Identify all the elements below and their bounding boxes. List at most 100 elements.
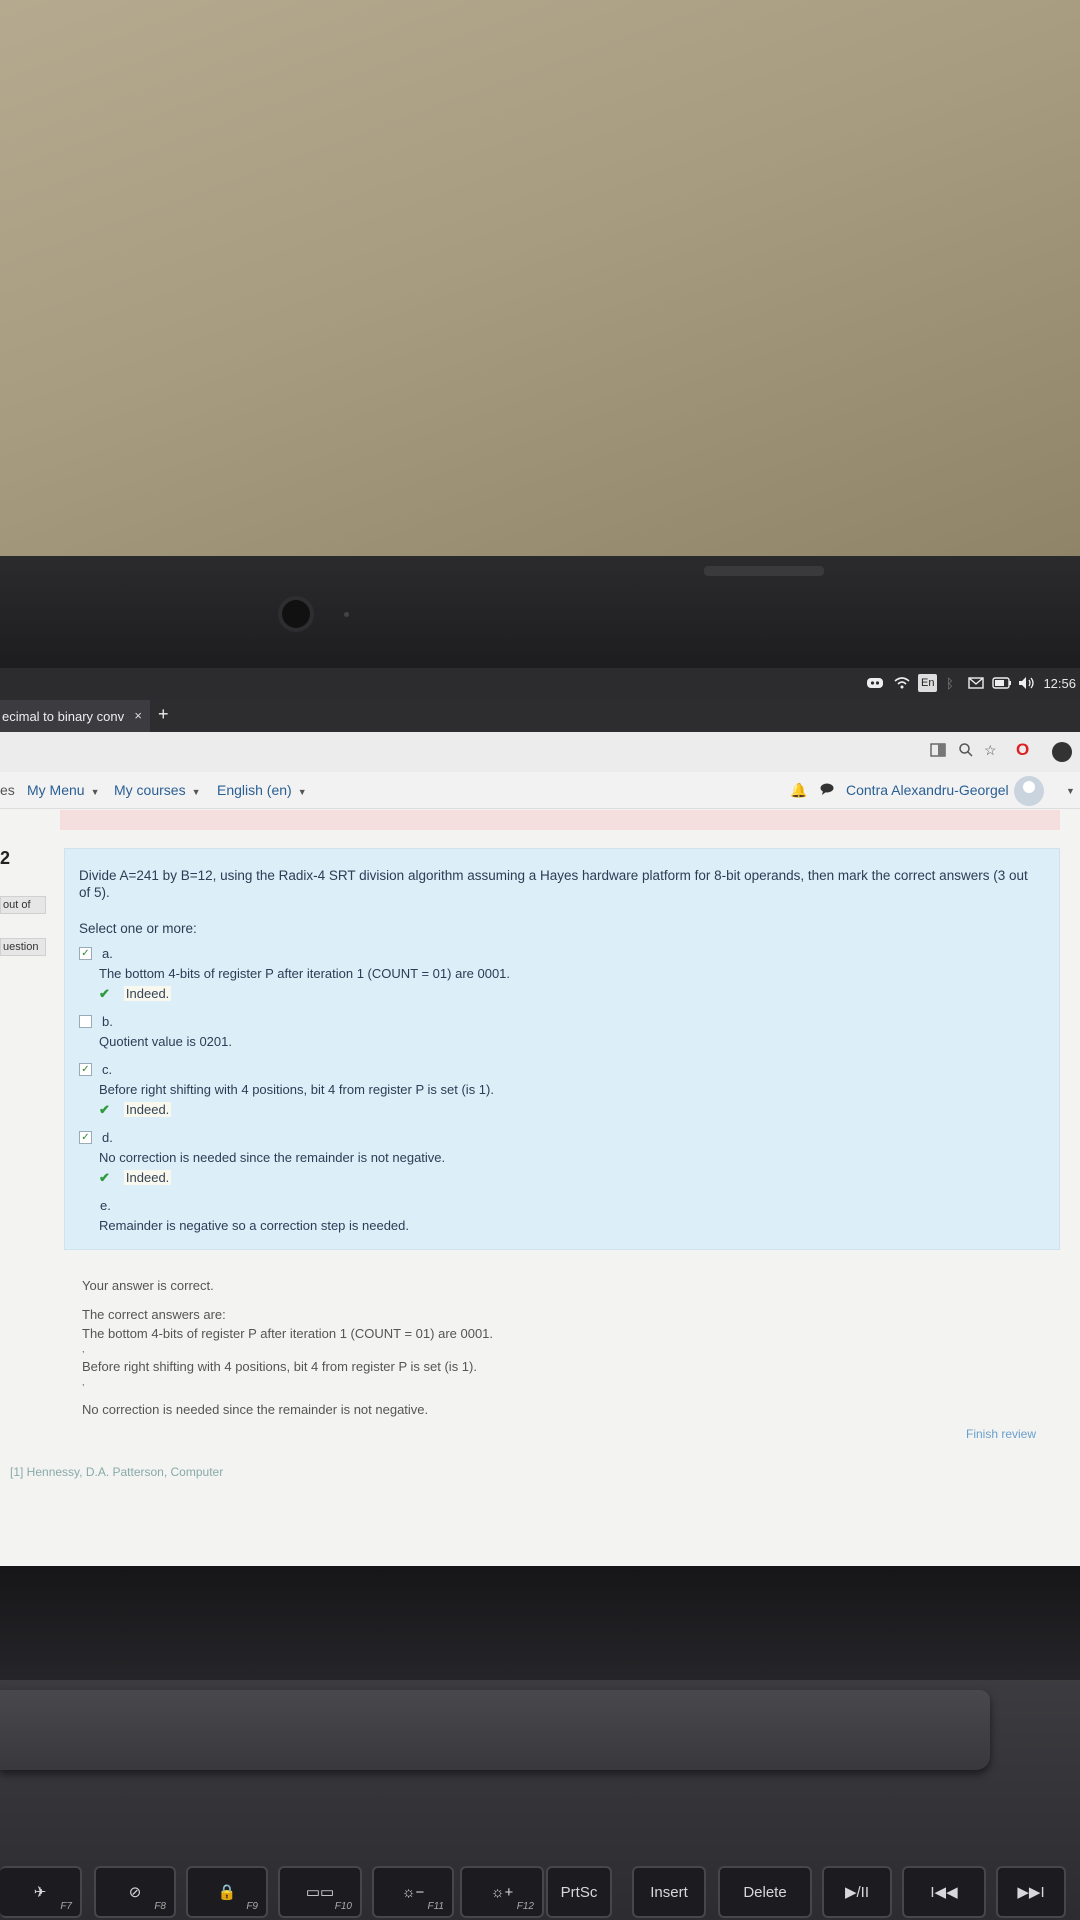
key-prtsc[interactable]: PrtSc — [546, 1866, 612, 1918]
nav-my-menu[interactable]: My Menu ▼ — [27, 782, 100, 798]
correct-answers-heading: The correct answers are: — [82, 1307, 226, 1322]
correct-check-icon: ✔ — [99, 1170, 110, 1186]
correct-check-icon: ✔ — [99, 1102, 110, 1118]
key-label: F7 — [60, 1901, 72, 1912]
volume-icon[interactable] — [1018, 674, 1036, 692]
key-f8[interactable]: ⊘ F8 — [94, 1866, 176, 1918]
option-letter: b. — [102, 1014, 113, 1030]
correct-answer-item: Before right shifting with 4 positions, … — [82, 1359, 477, 1374]
clock[interactable]: 12:56 — [1043, 674, 1076, 692]
option-text: No correction is needed since the remain… — [99, 1150, 446, 1166]
finish-review-link[interactable]: Finish review — [966, 1427, 1036, 1441]
nav-language[interactable]: English (en) ▼ — [217, 782, 307, 798]
correct-answer-item: The bottom 4-bits of register P after it… — [82, 1326, 494, 1341]
answer-prompt: Select one or more: — [79, 921, 197, 936]
webcam — [282, 600, 310, 628]
key-insert[interactable]: Insert — [632, 1866, 706, 1918]
question-number: 2 — [0, 848, 11, 868]
answer-option-b[interactable]: b. Quotient value is 0201. — [79, 1013, 1019, 1049]
mail-icon[interactable] — [968, 674, 984, 692]
outcome-status: Your answer is correct. — [82, 1278, 214, 1293]
browser-tab[interactable]: ecimal to binary conv × — [0, 700, 150, 732]
function-key-row: ✈ F7 ⊘ F8 🔒 F9 ▭▭ F10 ☼− F11 ☼+ F12 PrtSc Inse… — [0, 1860, 1080, 1920]
key-label: F11 — [427, 1901, 445, 1912]
bookmark-star-icon[interactable]: ☆ — [984, 742, 997, 759]
key-previous-track[interactable]: I◀◀ — [902, 1866, 986, 1918]
option-letter: c. — [102, 1062, 113, 1078]
airplane-icon: ✈ — [33, 1884, 47, 1901]
option-feedback: ✔ Indeed. — [99, 1102, 1019, 1118]
laptop-bottom-bezel — [0, 1566, 1080, 1686]
lid-notch — [704, 566, 824, 576]
zoom-icon[interactable] — [958, 742, 974, 761]
option-checkbox[interactable] — [79, 1015, 92, 1029]
user-avatar[interactable] — [1014, 776, 1044, 806]
key-f9[interactable]: 🔒 F9 — [186, 1866, 268, 1918]
key-f11[interactable]: ☼− F11 — [372, 1866, 454, 1918]
discord-icon[interactable] — [866, 674, 884, 692]
notification-bell-icon[interactable]: 🔔 — [790, 782, 807, 799]
messages-icon[interactable] — [820, 782, 834, 798]
key-f7[interactable]: ✈ F7 — [0, 1866, 82, 1918]
option-checkbox-checked[interactable]: ✓ — [79, 1063, 92, 1077]
display-switch-icon: ▭▭ — [305, 1884, 335, 1901]
key-play-pause[interactable]: ▶/II — [822, 1866, 892, 1918]
key-next-track[interactable]: ▶▶I — [996, 1866, 1066, 1918]
answer-option-a[interactable]: ✓ a. The bottom 4-bits of register P afte… — [79, 945, 1019, 1002]
correct-answer-item: No correction is needed since the remain… — [82, 1402, 429, 1417]
answer-option-e[interactable]: e. Remainder is negative so a correction… — [79, 1197, 1019, 1233]
option-text: Quotient value is 0201. — [99, 1034, 232, 1050]
nav-my-courses-label: My courses — [114, 782, 186, 798]
footer-reference-text: [1] Hennessy, D.A. Patterson, Computer — [10, 1465, 224, 1479]
question-marks-info: out of — [0, 896, 46, 914]
lock-icon: 🔒 — [217, 1884, 237, 1901]
option-feedback: ✔ Indeed. — [99, 1170, 1019, 1186]
user-menu-name[interactable]: Contra Alexandru-Georgel — [846, 782, 1009, 798]
option-checkbox[interactable] — [79, 1200, 90, 1211]
brightness-up-icon: ☼+ — [490, 1883, 514, 1901]
option-checkbox-checked[interactable]: ✓ — [79, 1131, 92, 1145]
hinge-strip — [0, 1690, 990, 1770]
battery-icon[interactable] — [992, 674, 1012, 692]
option-checkbox-checked[interactable]: ✓ — [79, 947, 92, 961]
key-delete[interactable]: Delete — [718, 1866, 812, 1918]
chevron-down-icon: ▼ — [90, 787, 100, 797]
option-text: The bottom 4-bits of register P after it… — [99, 966, 511, 982]
option-letter: e. — [100, 1198, 111, 1214]
option-letter: d. — [102, 1130, 113, 1146]
flag-question-button[interactable]: uestion — [0, 938, 46, 956]
option-text: Before right shifting with 4 positions, … — [99, 1082, 494, 1098]
key-f10[interactable]: ▭▭ F10 — [278, 1866, 362, 1918]
translate-icon[interactable] — [930, 742, 946, 761]
option-feedback: ✔ Indeed. — [99, 986, 1019, 1002]
close-tab-icon[interactable]: × — [134, 708, 142, 723]
wifi-icon[interactable] — [894, 674, 910, 692]
answer-option-c[interactable]: ✓ c. Before right shifting with 4 positio… — [79, 1061, 1019, 1118]
browser-toolbar: ☆ O — [0, 732, 1080, 773]
key-label: F10 — [334, 1901, 352, 1912]
site-navbar: es My Menu ▼ My courses ▼ English (en) ▼ 🔔 … — [0, 772, 1080, 809]
chevron-down-icon: ▼ — [297, 787, 307, 797]
keyboard-language-indicator[interactable]: En — [918, 674, 938, 692]
feedback-text: Indeed. — [123, 986, 172, 1002]
key-label: F12 — [516, 1901, 534, 1912]
profile-icon[interactable] — [1052, 742, 1072, 762]
chevron-down-icon: ▼ — [191, 787, 201, 797]
nav-item-cut[interactable]: es — [0, 782, 15, 798]
answer-option-d[interactable]: ✓ d. No correction is needed since the re… — [79, 1129, 1019, 1186]
bluetooth-icon[interactable]: ᛒ — [946, 674, 954, 692]
new-tab-button[interactable]: + — [158, 704, 169, 725]
wall-background — [0, 0, 1080, 560]
key-f12[interactable]: ☼+ F12 — [460, 1866, 544, 1918]
answer-separator: , — [82, 1377, 85, 1387]
correct-check-icon: ✔ — [99, 986, 110, 1002]
user-menu-caret-icon[interactable]: ▼ — [1066, 786, 1075, 796]
opera-extension-icon[interactable]: O — [1016, 740, 1029, 760]
webcam-led — [344, 612, 349, 617]
laptop-top-bezel — [0, 556, 1080, 670]
feedback-text: Indeed. — [123, 1170, 172, 1186]
nav-my-courses[interactable]: My courses ▼ — [114, 782, 201, 798]
notice-strip — [60, 810, 1060, 830]
answer-separator: , — [82, 1344, 85, 1354]
tab-title: ecimal to binary conv — [2, 708, 125, 724]
